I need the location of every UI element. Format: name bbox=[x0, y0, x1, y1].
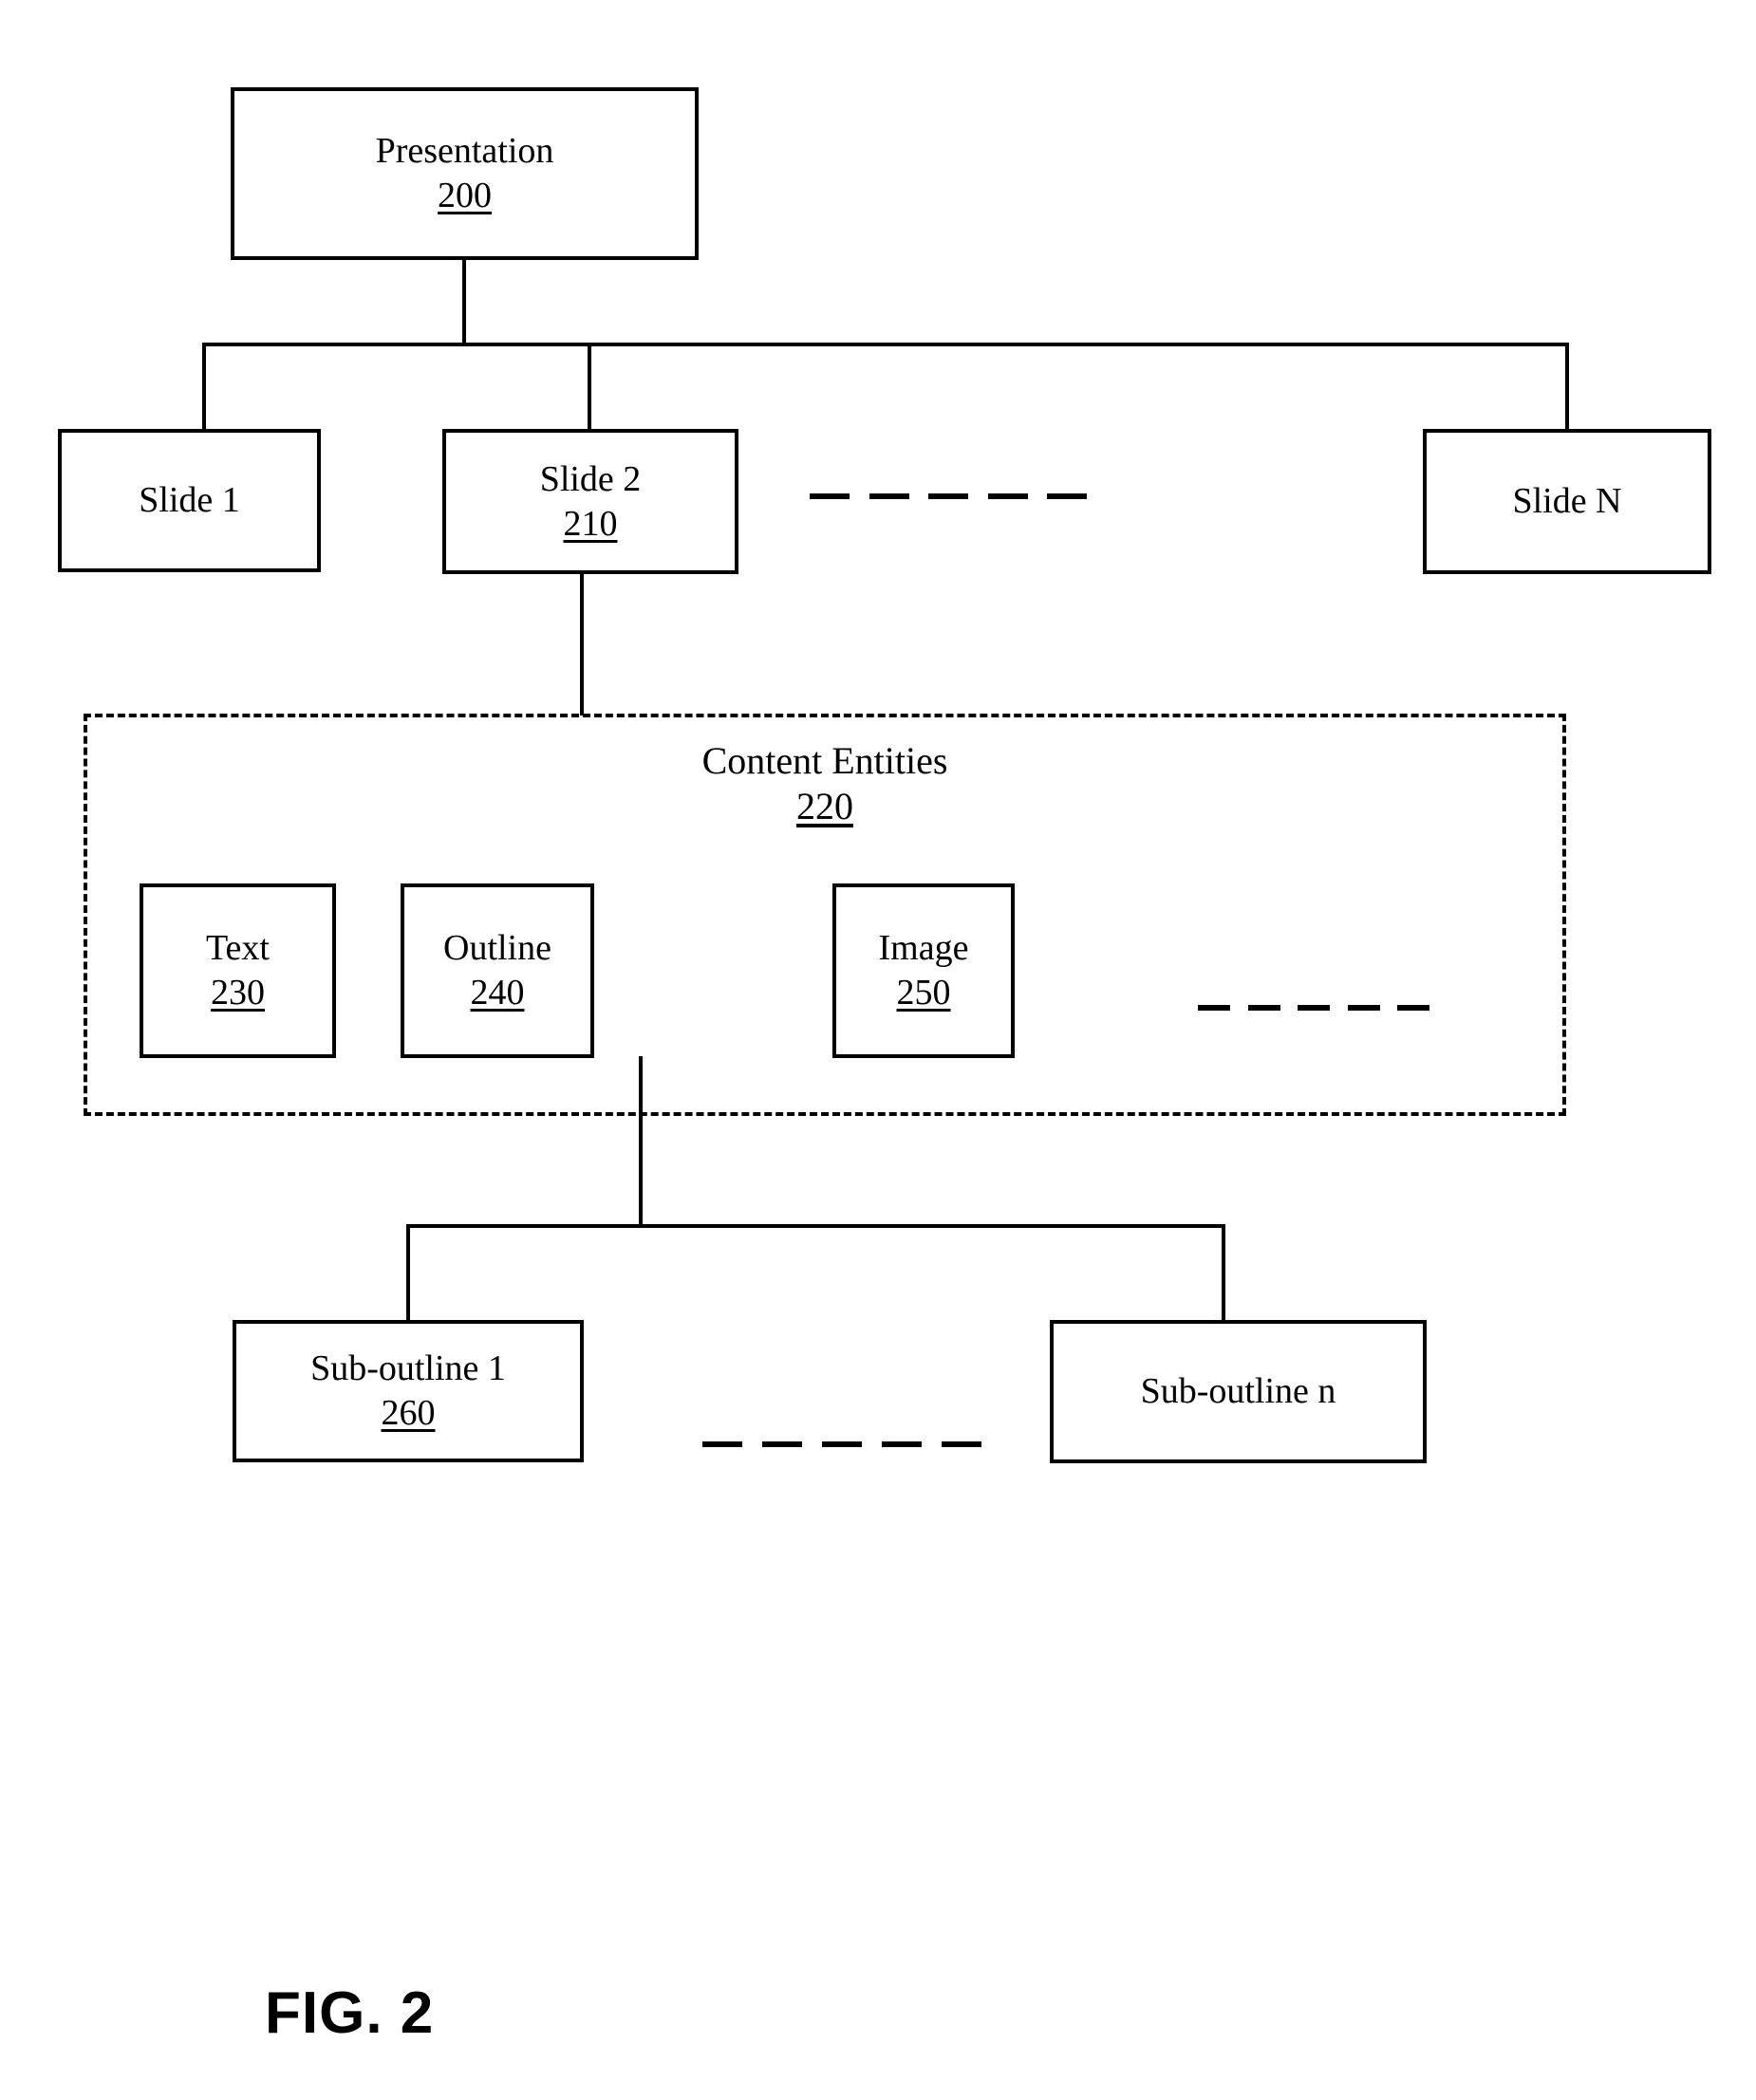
connector-bar-to-sub-outline-n bbox=[1222, 1224, 1225, 1323]
figure-page: Presentation 200 Slide 1 Slide 2 210 Sli… bbox=[0, 0, 1756, 2100]
node-sub-outline-n: Sub-outline n bbox=[1050, 1320, 1427, 1463]
node-slide-n: Slide N bbox=[1423, 429, 1711, 574]
node-slide-1: Slide 1 bbox=[58, 429, 321, 572]
node-slide-1-label: Slide 1 bbox=[139, 480, 240, 521]
node-sub-outline-1: Sub-outline 1 260 bbox=[233, 1320, 584, 1462]
connector-bar-to-slide-1 bbox=[202, 343, 206, 432]
node-slide-2-ref: 210 bbox=[563, 503, 618, 544]
connector-outline-to-sub-bar bbox=[639, 1056, 643, 1228]
group-content-entities-label: Content Entities bbox=[701, 739, 948, 782]
node-text: Text 230 bbox=[140, 883, 336, 1058]
node-outline-label: Outline bbox=[443, 928, 551, 969]
sub-outlines-ellipsis bbox=[702, 1440, 981, 1448]
node-presentation-label: Presentation bbox=[375, 131, 554, 172]
node-image-ref: 250 bbox=[896, 973, 951, 1013]
node-sub-outline-1-ref: 260 bbox=[381, 1393, 436, 1433]
connector-slide-2-to-content-entities bbox=[580, 572, 584, 715]
node-sub-outline-1-label: Sub-outline 1 bbox=[310, 1348, 506, 1389]
node-slide-n-label: Slide N bbox=[1512, 481, 1622, 522]
node-sub-outline-n-label: Sub-outline n bbox=[1140, 1371, 1336, 1412]
node-presentation: Presentation 200 bbox=[231, 87, 699, 260]
node-text-ref: 230 bbox=[211, 973, 265, 1013]
node-image-label: Image bbox=[878, 928, 969, 969]
connector-slides-bar bbox=[202, 343, 1569, 346]
figure-caption: FIG. 2 bbox=[265, 1980, 435, 2046]
slides-ellipsis bbox=[810, 492, 1087, 500]
node-outline-ref: 240 bbox=[470, 973, 525, 1013]
connector-presentation-to-bar bbox=[462, 258, 466, 346]
group-content-entities-ref: 220 bbox=[796, 785, 853, 827]
connector-sub-outlines-bar bbox=[406, 1224, 1225, 1228]
connector-bar-to-slide-2 bbox=[588, 343, 591, 432]
group-content-entities-title: Content Entities 220 bbox=[84, 738, 1566, 829]
node-slide-2-label: Slide 2 bbox=[539, 458, 642, 499]
connector-bar-to-sub-outline-1 bbox=[406, 1224, 410, 1323]
node-text-label: Text bbox=[206, 928, 270, 969]
node-outline: Outline 240 bbox=[401, 883, 594, 1058]
node-image: Image 250 bbox=[832, 883, 1015, 1058]
node-presentation-ref: 200 bbox=[438, 176, 492, 215]
content-entities-ellipsis bbox=[1198, 1004, 1429, 1012]
connector-bar-to-slide-n bbox=[1565, 343, 1569, 432]
node-slide-2: Slide 2 210 bbox=[442, 429, 738, 574]
